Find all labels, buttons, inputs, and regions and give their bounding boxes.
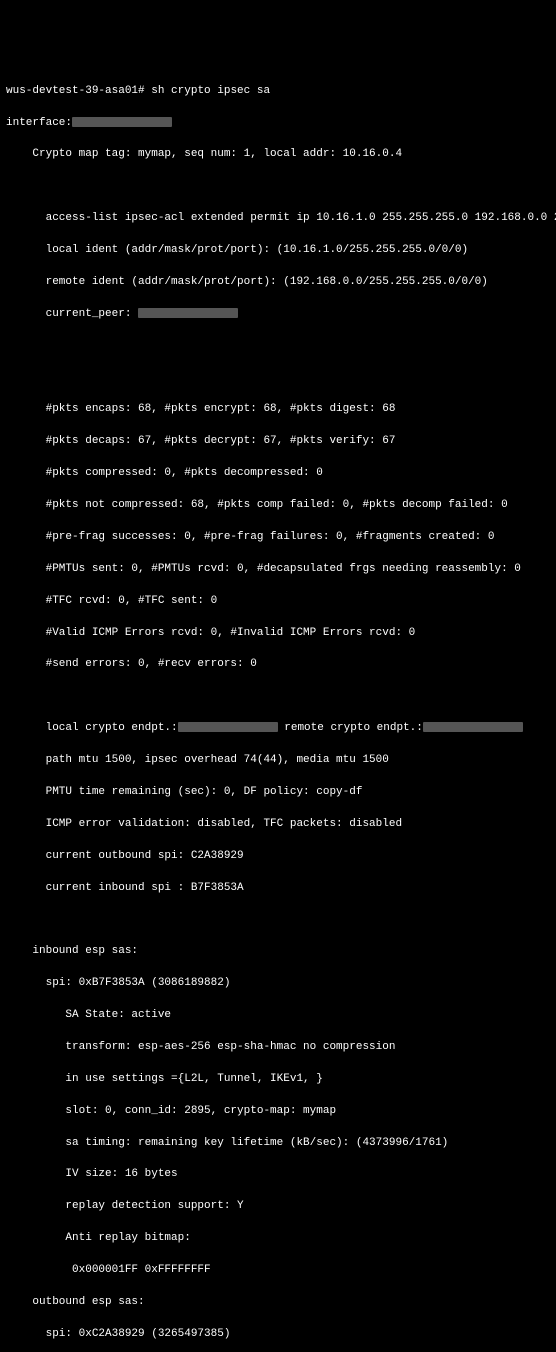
send-errors-line: #send errors: 0, #recv errors: 0	[6, 657, 550, 673]
path-mtu-line: path mtu 1500, ipsec overhead 74(44), me…	[6, 753, 550, 769]
redacted-local-endpt	[178, 722, 278, 732]
in-use-settings-line: in use settings ={L2L, Tunnel, IKEv1, }	[6, 1072, 550, 1088]
replay-detection-line: replay detection support: Y	[6, 1199, 550, 1215]
terminal-output: wus-devtest-39-asa01# sh crypto ipsec sa…	[6, 68, 550, 1352]
transform-line: transform: esp-aes-256 esp-sha-hmac no c…	[6, 1040, 550, 1056]
local-ident-line: local ident (addr/mask/prot/port): (10.1…	[6, 243, 550, 259]
access-list-line: access-list ipsec-acl extended permit ip…	[6, 211, 550, 227]
pkts-decaps-line: #pkts decaps: 67, #pkts decrypt: 67, #pk…	[6, 434, 550, 450]
command-text: sh crypto ipsec sa	[151, 85, 270, 97]
anti-replay-in-values: 0x000001FF 0xFFFFFFFF	[6, 1263, 550, 1279]
pkts-not-compressed-line: #pkts not compressed: 68, #pkts comp fai…	[6, 498, 550, 514]
pmtus-line: #PMTUs sent: 0, #PMTUs rcvd: 0, #decapsu…	[6, 562, 550, 578]
sa-state-line: SA State: active	[6, 1008, 550, 1024]
slot-line: slot: 0, conn_id: 2895, crypto-map: myma…	[6, 1104, 550, 1120]
crypto-map-line: Crypto map tag: mymap, seq num: 1, local…	[6, 147, 550, 163]
prefrag-line: #pre-frag successes: 0, #pre-frag failur…	[6, 530, 550, 546]
blank	[6, 689, 550, 705]
prompt-line[interactable]: wus-devtest-39-asa01# sh crypto ipsec sa	[6, 84, 550, 100]
remote-ident-line: remote ident (addr/mask/prot/port): (192…	[6, 275, 550, 291]
outbound-esp-header: outbound esp sas:	[6, 1295, 550, 1311]
blank	[6, 371, 550, 387]
blank	[6, 912, 550, 928]
blank	[6, 179, 550, 195]
outbound-spi-detail: spi: 0xC2A38929 (3265497385)	[6, 1327, 550, 1343]
host-prompt: wus-devtest-39-asa01#	[6, 85, 145, 97]
anti-replay-header: Anti replay bitmap:	[6, 1231, 550, 1247]
interface-line: interface:	[6, 116, 550, 132]
pkts-encaps-line: #pkts encaps: 68, #pkts encrypt: 68, #pk…	[6, 402, 550, 418]
inbound-spi-line: current inbound spi : B7F3853A	[6, 881, 550, 897]
sa-timing-in-line: sa timing: remaining key lifetime (kB/se…	[6, 1136, 550, 1152]
current-peer-line: current_peer:	[6, 307, 550, 323]
outbound-spi-line: current outbound spi: C2A38929	[6, 849, 550, 865]
redacted-interface	[72, 117, 172, 127]
tfc-line: #TFC rcvd: 0, #TFC sent: 0	[6, 594, 550, 610]
pmtu-time-line: PMTU time remaining (sec): 0, DF policy:…	[6, 785, 550, 801]
inbound-esp-header: inbound esp sas:	[6, 944, 550, 960]
icmp-validation-line: ICMP error validation: disabled, TFC pac…	[6, 817, 550, 833]
pkts-compressed-line: #pkts compressed: 0, #pkts decompressed:…	[6, 466, 550, 482]
crypto-endpt-line: local crypto endpt.: remote crypto endpt…	[6, 721, 550, 737]
redacted-peer	[138, 308, 238, 318]
redacted-remote-endpt	[423, 722, 523, 732]
inbound-spi-detail: spi: 0xB7F3853A (3086189882)	[6, 976, 550, 992]
iv-size-line: IV size: 16 bytes	[6, 1167, 550, 1183]
icmp-errors-line: #Valid ICMP Errors rcvd: 0, #Invalid ICM…	[6, 626, 550, 642]
blank	[6, 339, 550, 355]
